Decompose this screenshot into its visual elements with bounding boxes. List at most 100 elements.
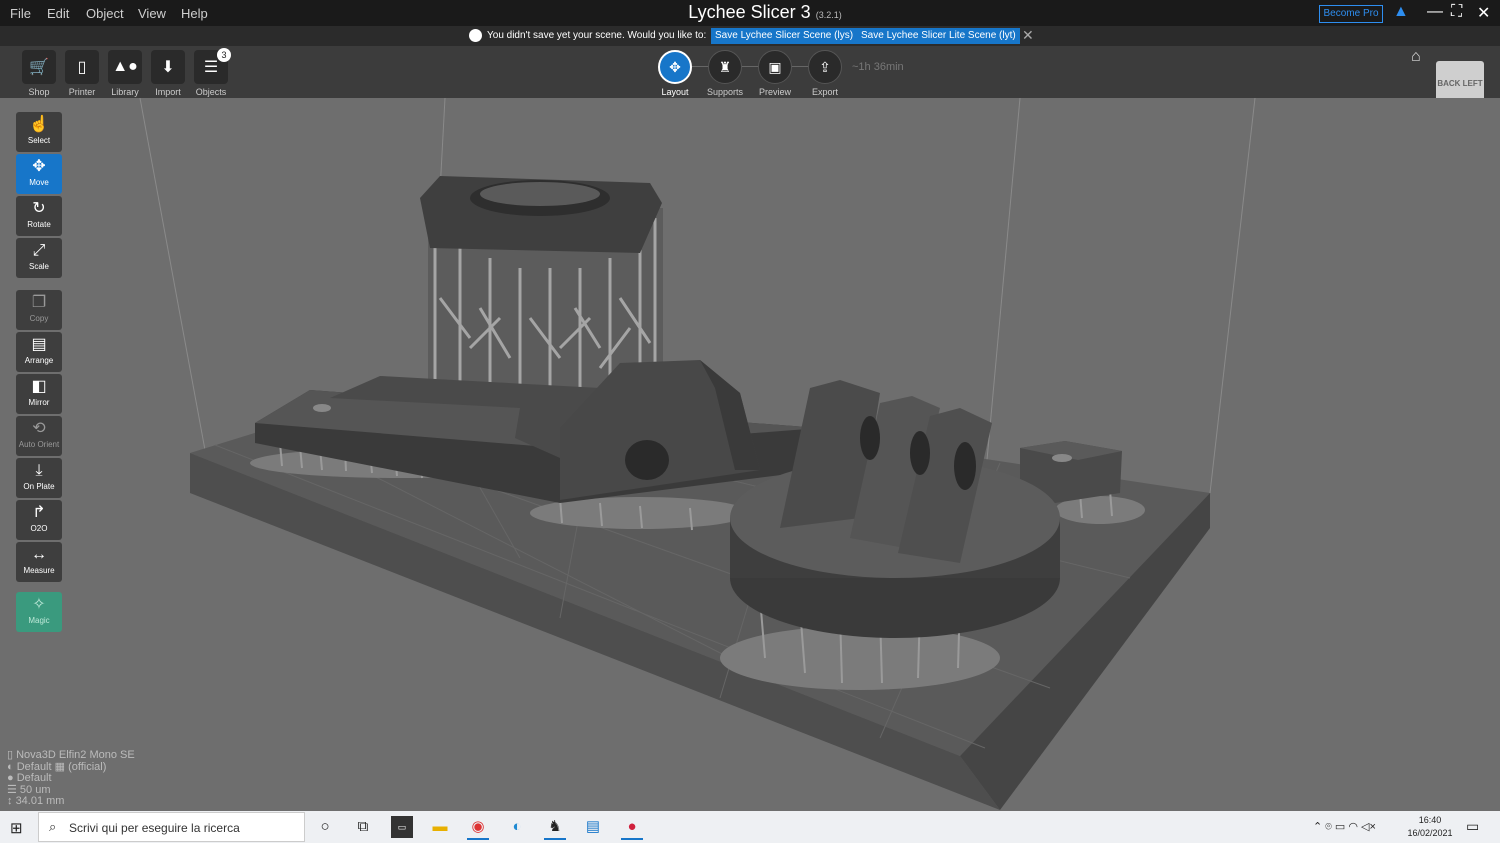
tool-select-label: Select [27, 136, 51, 145]
step-export-label: Export [811, 87, 838, 97]
time-estimate: ~1h 36min [852, 61, 904, 73]
shapes-icon: ▲● [112, 58, 138, 75]
system-tray[interactable]: ⌃ ⌾ ▭ ◠ ◁× [1313, 820, 1376, 834]
tool-on-plate[interactable]: ⤓ On Plate [16, 458, 62, 498]
copy-icon: ❐ [31, 294, 47, 311]
tool-rotate-label: Rotate [27, 220, 51, 229]
phone-icon: ▯ [77, 59, 87, 76]
tool-magic[interactable]: ✧ Magic [16, 592, 62, 632]
task-view-icon[interactable]: ⧉ [352, 816, 374, 838]
notepad-icon[interactable]: ▤ [582, 816, 604, 838]
arrange-icon: ▤ [31, 336, 47, 353]
tool-scale-label: Scale [28, 262, 49, 271]
3d-viewport[interactable]: ☝ Select ✥ Move ↻ Rotate ⤢ Scale ❐ Copy ▤ Arra… [0, 98, 1500, 811]
tool-auto-orient-label: Auto Orient [18, 440, 60, 449]
search-placeholder: Scrivi qui per eseguire la ricerca [69, 821, 240, 835]
printer-name-text: Nova3D Elfin2 Mono SE [16, 749, 135, 761]
tool-measure[interactable]: ↔ Measure [16, 542, 62, 582]
save-lyt-button[interactable]: Save Lychee Slicer Lite Scene (lyt) [857, 28, 1020, 44]
cart-icon: 🛒 [29, 59, 49, 76]
taskbar-search[interactable]: ⌕ Scrivi qui per eseguire la ricerca [38, 812, 305, 842]
move-icon: ✥ [32, 158, 46, 175]
app-title: Lychee Slicer 3 (3.2.1) [0, 2, 1500, 23]
o2o-icon: ↱ [32, 504, 46, 521]
minimize-icon[interactable]: — [1427, 3, 1443, 21]
scale-icon: ⤢ [32, 242, 46, 259]
warning-icon[interactable]: ▲ [1393, 3, 1409, 21]
printer-button[interactable]: ▯ [65, 50, 99, 84]
main-toolbar: 🛒 Shop ▯ Printer ▲● Library ⬇ Import ☰ 3… [0, 46, 1500, 107]
step-supports[interactable]: ♜ [708, 50, 742, 84]
unsaved-notice: You didn't save yet your scene. Would yo… [0, 26, 1500, 46]
height-text: 34.01 mm [15, 795, 65, 808]
tool-select[interactable]: ☝ Select [16, 112, 62, 152]
cortana-icon[interactable]: ○ [314, 816, 336, 838]
app-title-text: Lychee Slicer 3 [688, 2, 811, 22]
notification-icon[interactable]: ▭ [1466, 818, 1479, 835]
printer-info: ▯ Nova3D Elfin2 Mono SE ◐ Default ▦ (off… [7, 749, 135, 808]
list-icon: ☰ [203, 59, 219, 76]
app-version: (3.2.1) [815, 10, 842, 20]
supports-icon: ♜ [718, 58, 732, 75]
download-icon: ⬇ [161, 59, 175, 76]
home-icon[interactable]: ⌂ [1411, 48, 1421, 66]
edge-icon[interactable]: ◐ [506, 816, 528, 838]
layer-text: 50 um [19, 783, 51, 796]
title-bar: File Edit Object View Help Lychee Slicer… [0, 0, 1500, 26]
objects-label: Objects [195, 87, 227, 97]
tool-on-plate-label: On Plate [23, 482, 55, 491]
tool-scale[interactable]: ⤢ Scale [16, 238, 62, 278]
step-layout[interactable]: ✥ [658, 50, 692, 84]
maximize-icon[interactable]: ⛶ [1451, 3, 1462, 21]
scene-canvas[interactable] [0, 98, 1500, 811]
clock-time: 16:40 [1418, 815, 1442, 825]
tool-rotate[interactable]: ↻ Rotate [16, 196, 62, 236]
tool-mirror-label: Mirror [28, 398, 50, 407]
tool-mirror[interactable]: ◧ Mirror [16, 374, 62, 414]
mirror-icon: ◧ [31, 378, 47, 395]
tool-measure-label: Measure [23, 566, 55, 575]
windows-start-icon[interactable]: ⊞ [10, 819, 23, 837]
auto-orient-icon: ⟲ [32, 420, 46, 437]
notice-icon [469, 29, 482, 42]
step-export[interactable]: ⇪ [808, 50, 842, 84]
image-icon: ▣ [768, 58, 782, 75]
chitubox-icon[interactable]: ♞ [544, 816, 566, 840]
tool-move[interactable]: ✥ Move [16, 154, 62, 194]
import-button[interactable]: ⬇ [151, 50, 185, 84]
tool-o2o-label: O2O [30, 524, 48, 533]
shop-button[interactable]: 🛒 [22, 50, 56, 84]
tool-copy-label: Copy [29, 314, 49, 323]
on-plate-icon: ⤓ [35, 462, 43, 479]
resin-tag: (official) [68, 760, 107, 773]
tool-copy[interactable]: ❐ Copy [16, 290, 62, 330]
move-icon: ✥ [669, 58, 681, 75]
windows-taskbar: ⊞ ⌕ Scrivi qui per eseguire la ricerca ○… [0, 811, 1500, 843]
model-gopro-mount [730, 380, 1060, 638]
save-lys-button[interactable]: Save Lychee Slicer Scene (lys) [711, 28, 858, 44]
magic-wand-icon: ✧ [32, 596, 46, 613]
rotate-icon: ↻ [32, 200, 46, 217]
tool-auto-orient[interactable]: ⟲ Auto Orient [16, 416, 62, 456]
model-cylinder [420, 176, 663, 388]
tool-arrange-label: Arrange [24, 356, 54, 365]
tool-arrange[interactable]: ▤ Arrange [16, 332, 62, 372]
close-icon[interactable]: ✕ [1477, 3, 1490, 23]
app-icon[interactable]: ▭ [391, 816, 413, 838]
measure-icon: ↔ [31, 546, 47, 563]
tool-o2o[interactable]: ↱ O2O [16, 500, 62, 540]
step-preview[interactable]: ▣ [758, 50, 792, 84]
clock[interactable]: 16:40 16/02/2021 [1406, 814, 1454, 840]
lychee-icon[interactable]: ● [621, 816, 643, 840]
become-pro-button[interactable]: Become Pro [1319, 5, 1383, 23]
notice-close-icon[interactable]: ✕ [1022, 27, 1034, 44]
library-button[interactable]: ▲● [108, 50, 142, 84]
clock-date: 16/02/2021 [1407, 828, 1453, 838]
notice-text: You didn't save yet your scene. Would yo… [487, 30, 707, 41]
tool-move-label: Move [29, 178, 49, 187]
resin-text: Default [16, 760, 52, 773]
file-explorer-icon[interactable]: ▬ [429, 816, 451, 838]
search-icon: ⌕ [49, 819, 57, 834]
export-icon: ⇪ [819, 58, 831, 75]
chrome-icon[interactable]: ◉ [467, 816, 489, 840]
